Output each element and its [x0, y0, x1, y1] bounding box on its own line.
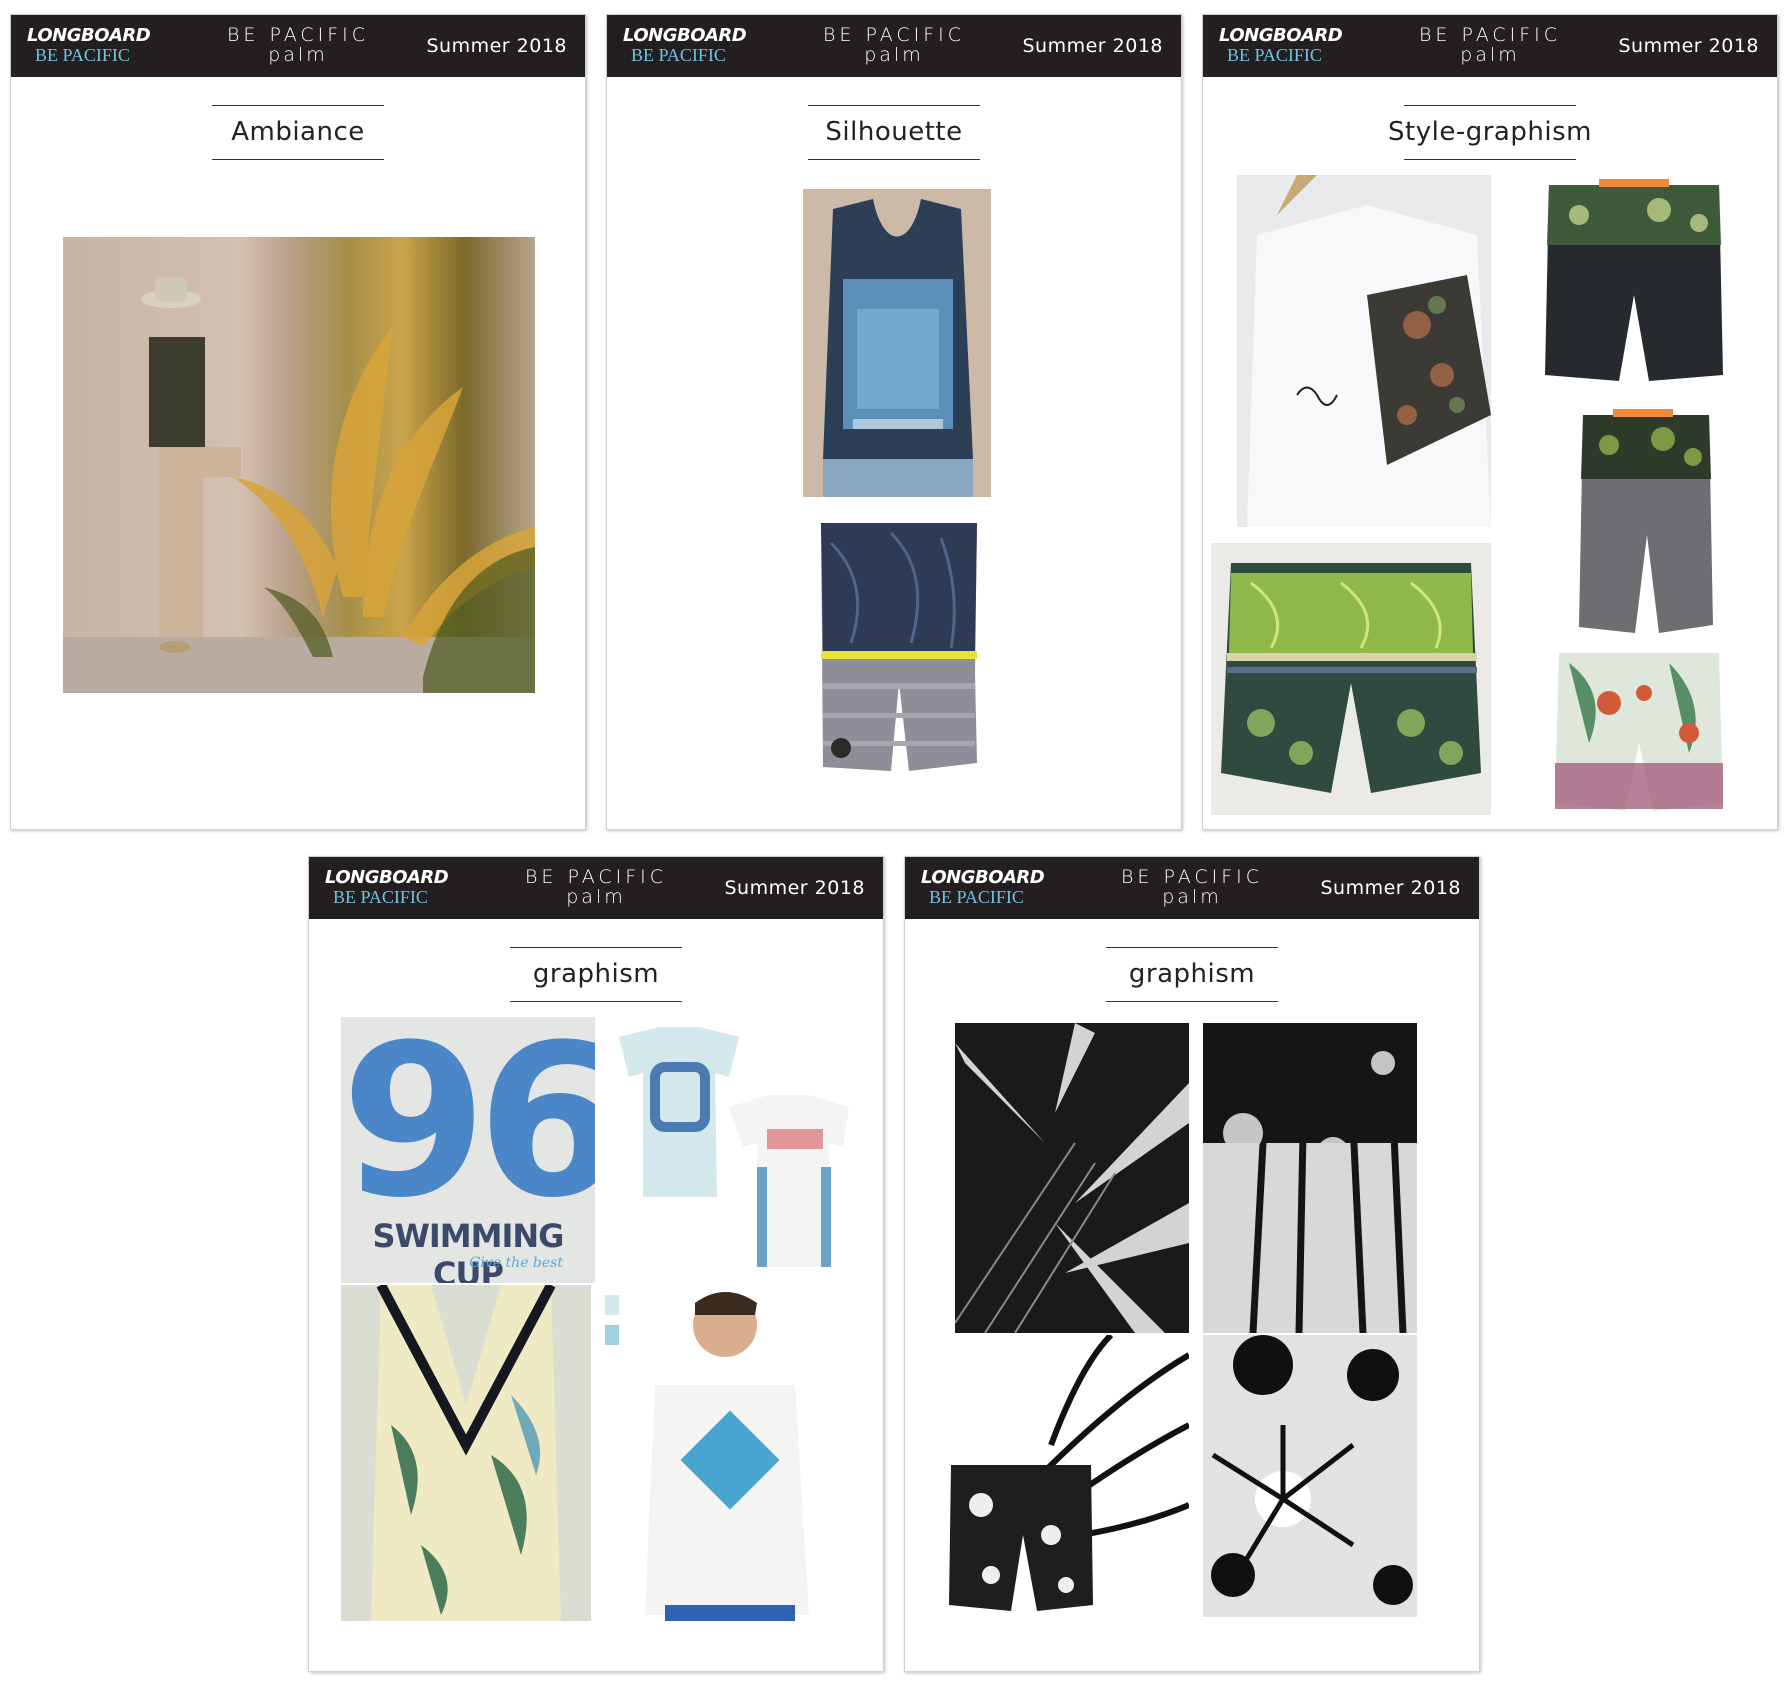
- bw-palm-frond-with-boardshort: [941, 1335, 1189, 1613]
- tropical-boardshort-illustration: [1555, 653, 1723, 811]
- bw-palm-crowns-sun: [1203, 1335, 1417, 1617]
- boardshort-illustration: [821, 523, 977, 771]
- palm-swimsuit-photo: [341, 1285, 591, 1621]
- bw-palm-trees-tall: [1203, 1023, 1417, 1333]
- moodboard-style-graphism: LONGBOARD BE PACIFIC BE PACIFIC palm Sum…: [1202, 14, 1778, 830]
- board-title: Silhouette: [607, 105, 1181, 161]
- swimming-cup-96-print: 96 SWIMMING CUP Give the best: [341, 1017, 595, 1283]
- tshirt-illustration: [1247, 175, 1491, 527]
- season-label: Summer 2018: [1022, 35, 1163, 57]
- board-header: LONGBOARD BE PACIFIC BE PACIFIC palm Sum…: [309, 857, 883, 919]
- bw-palm-trees-illustration: [1203, 1023, 1417, 1333]
- printed-tees-photo: [599, 1017, 871, 1283]
- ambiance-illustration: [63, 277, 535, 693]
- moodboard-ambiance: LONGBOARD BE PACIFIC BE PACIFIC palm Sum…: [10, 14, 586, 830]
- season-label: Summer 2018: [1320, 877, 1461, 899]
- bw-frond-shorts-illustration: [949, 1335, 1189, 1611]
- board-title: Style-graphism: [1203, 105, 1777, 161]
- season-label: Summer 2018: [1618, 35, 1759, 57]
- silhouette-boardshort-photo: [811, 523, 987, 785]
- moodboard-silhouette: LONGBOARD BE PACIFIC BE PACIFIC palm Sum…: [606, 14, 1182, 830]
- ambiance-photo-man-with-palms: [63, 237, 535, 693]
- bw-leaves-illustration: [955, 1023, 1189, 1333]
- silhouette-tank-top-photo: [803, 189, 991, 497]
- board-header: LONGBOARD BE PACIFIC BE PACIFIC palm Sum…: [1203, 15, 1777, 77]
- board-header: LONGBOARD BE PACIFIC BE PACIFIC palm Sum…: [607, 15, 1181, 77]
- board-header: LONGBOARD BE PACIFIC BE PACIFIC palm Sum…: [905, 857, 1479, 919]
- grey-palm-boardshort-photo: [1573, 405, 1719, 645]
- board-title-text: Ambiance: [231, 117, 365, 147]
- dark-floral-yoke-boardshort-photo: [1539, 175, 1729, 395]
- moodboard-graphism-prints: LONGBOARD BE PACIFIC BE PACIFIC palm Sum…: [308, 856, 884, 1672]
- swimsuit-illustration: [371, 1285, 561, 1621]
- print-number: 96: [341, 1017, 595, 1244]
- green-boardshort-illustration: [1221, 563, 1481, 793]
- print-tagline: Give the best: [469, 1255, 563, 1271]
- dark-boardshort-illustration: [1545, 179, 1723, 381]
- tropical-floral-boardshort-photo: [1549, 643, 1729, 821]
- bw-palm-leaves-closeup: [955, 1023, 1189, 1333]
- green-palm-boardshort-photo: [1211, 543, 1491, 815]
- season-label: Summer 2018: [426, 35, 567, 57]
- bw-palm-crowns-illustration: [1211, 1335, 1413, 1605]
- white-tshirt-floral-sleeve-photo: [1237, 175, 1491, 527]
- board-title: graphism: [309, 947, 883, 1003]
- printed-tees-illustration: [619, 1027, 849, 1267]
- board-header: LONGBOARD BE PACIFIC BE PACIFIC palm Sum…: [11, 15, 585, 77]
- board-title: graphism: [905, 947, 1479, 1003]
- tank-top-illustration: [803, 189, 991, 497]
- print-headline: SWIMMING CUP: [372, 1217, 565, 1283]
- moodboard-graphism-bw: LONGBOARD BE PACIFIC BE PACIFIC palm Sum…: [904, 856, 1480, 1672]
- model-tee-illustration: [605, 1292, 809, 1621]
- board-title-text: graphism: [1128, 959, 1256, 989]
- board-title-text: Silhouette: [825, 117, 963, 147]
- grey-boardshort-illustration: [1579, 409, 1713, 633]
- season-label: Summer 2018: [724, 877, 865, 899]
- board-title: Ambiance: [11, 105, 585, 161]
- board-title-text: Style-graphism: [1388, 117, 1592, 147]
- board-title-text: graphism: [532, 959, 660, 989]
- summer-life-tee-model-photo: [595, 1285, 829, 1621]
